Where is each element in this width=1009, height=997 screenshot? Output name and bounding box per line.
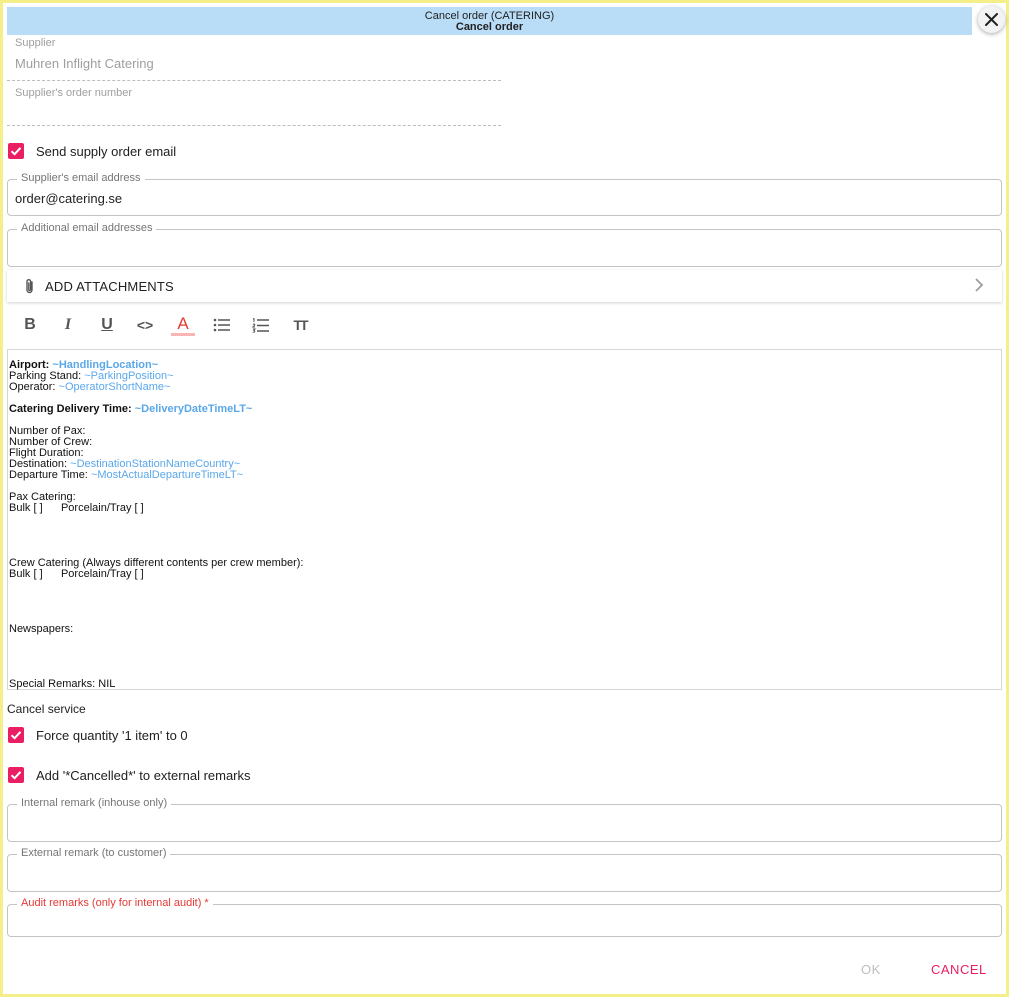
internal-remark-field[interactable]: Internal remark (inhouse only) (7, 797, 1002, 842)
force-quantity-label: Force quantity '1 item' to 0 (36, 727, 188, 743)
supplier-order-number-underline (7, 125, 501, 126)
ok-button[interactable]: OK (861, 962, 881, 977)
supplier-email-label: Supplier's email address (17, 172, 145, 184)
dialog-subtitle: Cancel order (455, 21, 524, 33)
additional-emails-label: Additional email addresses (17, 222, 157, 234)
additional-emails-field[interactable]: Additional email addresses (7, 222, 1002, 267)
add-attachments-label: ADD ATTACHMENTS (45, 278, 174, 294)
bold-button[interactable]: B (18, 314, 42, 336)
send-email-label: Send supply order email (36, 143, 177, 159)
external-remark-label: External remark (to customer) (17, 847, 171, 859)
audit-remarks-label: Audit remarks (only for internal audit) … (17, 897, 213, 909)
numbered-list-button[interactable] (249, 314, 273, 336)
editor-line-delivery: Catering Delivery Time: ~DeliveryDateTim… (9, 403, 253, 415)
supplier-value: Muhren Inflight Catering (15, 56, 154, 71)
cancel-service-heading: Cancel service (7, 702, 86, 716)
checkmark-icon (10, 771, 22, 780)
editor-line-newspapers: Newspapers: (9, 623, 74, 635)
add-attachments-button[interactable]: ADD ATTACHMENTS (7, 270, 1002, 302)
supplier-email-field[interactable]: Supplier's email address order@catering.… (7, 172, 1002, 216)
bullet-list-icon (213, 318, 230, 332)
underline-button[interactable]: U (95, 314, 119, 336)
internal-remark-label: Internal remark (inhouse only) (17, 797, 172, 809)
add-cancelled-checkbox-row[interactable]: Add '*Cancelled*' to external remarks (8, 767, 251, 783)
supplier-order-number-label: Supplier's order number (15, 87, 133, 99)
italic-button[interactable]: I (56, 314, 80, 336)
text-size-button[interactable]: TT (288, 314, 312, 336)
editor-line-crew: Number of Crew: (9, 436, 93, 448)
editor-line-departure: Departure Time: ~MostActualDepartureTime… (9, 469, 244, 481)
editor-line-pax-catering: Pax Catering: (9, 491, 76, 503)
checkmark-icon (10, 731, 22, 740)
add-cancelled-label: Add '*Cancelled*' to external remarks (36, 767, 251, 783)
editor-line-pax-options: Bulk [ ] Porcelain/Tray [ ] (9, 502, 144, 514)
paperclip-icon (26, 278, 33, 293)
checkmark-icon (10, 147, 22, 156)
numbered-list-icon (252, 317, 269, 333)
force-quantity-checkbox[interactable] (8, 727, 24, 743)
editor-line-crew-options: Bulk [ ] Porcelain/Tray [ ] (9, 568, 144, 580)
chevron-right-icon (975, 278, 984, 292)
supplier-label: Supplier (15, 37, 56, 49)
editor-line-pax: Number of Pax: (9, 425, 86, 437)
send-email-checkbox-row[interactable]: Send supply order email (8, 143, 176, 159)
email-body-editor[interactable]: Airport: ~HandlingLocation~ Parking Stan… (7, 349, 1002, 690)
external-remark-field[interactable]: External remark (to customer) (7, 847, 1002, 892)
bullet-list-button[interactable] (210, 314, 234, 336)
close-icon (985, 13, 998, 26)
cancel-button[interactable]: CANCEL (931, 962, 987, 977)
dialog-title-bar: Cancel order (CATERING) Cancel order (7, 7, 972, 35)
supplier-underline (7, 80, 501, 81)
editor-line-special-remarks: Special Remarks: NIL (9, 678, 116, 690)
add-cancelled-checkbox[interactable] (8, 767, 24, 783)
font-color-button[interactable]: A (171, 314, 195, 336)
supplier-email-value: order@catering.se (15, 191, 123, 206)
force-quantity-checkbox-row[interactable]: Force quantity '1 item' to 0 (8, 727, 188, 743)
editor-line-operator: Operator: ~OperatorShortName~ (9, 381, 171, 393)
audit-remarks-field[interactable]: Audit remarks (only for internal audit) … (7, 897, 1002, 937)
send-email-checkbox[interactable] (8, 143, 24, 159)
code-button[interactable]: <> (133, 314, 157, 336)
editor-line-crew-catering: Crew Catering (Always different contents… (9, 557, 304, 569)
close-button[interactable] (978, 6, 1005, 33)
